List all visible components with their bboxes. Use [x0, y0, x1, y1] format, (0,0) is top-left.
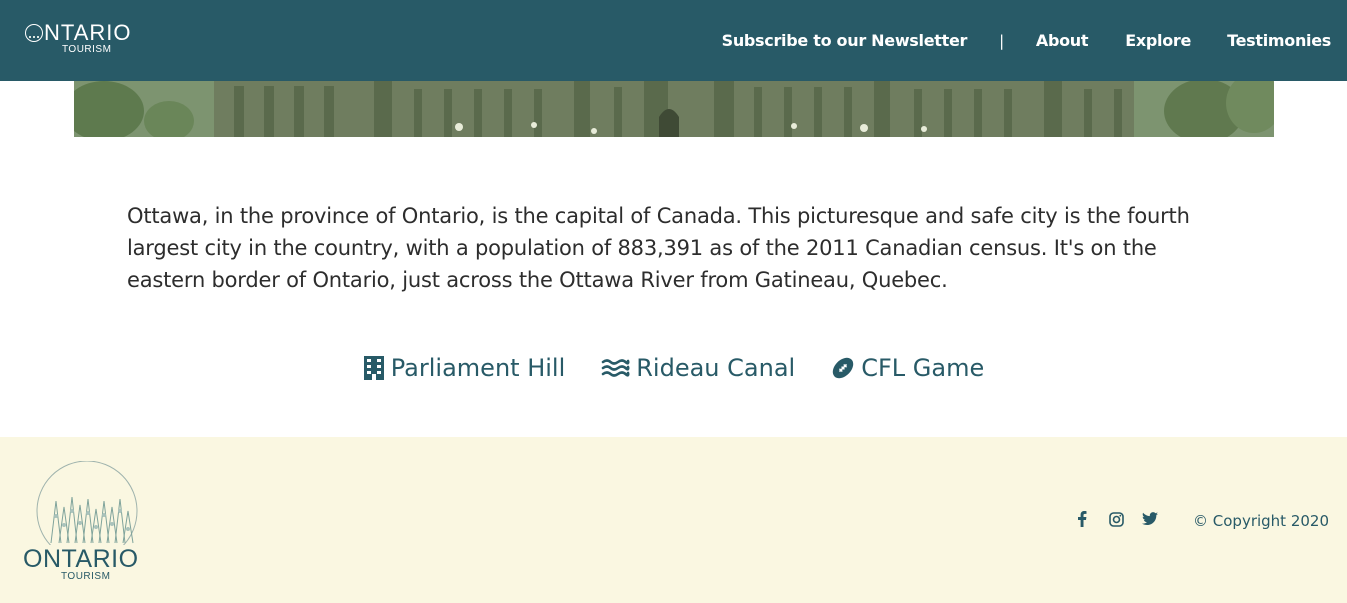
nav-separator: | [999, 31, 1004, 50]
hero-image [74, 81, 1274, 137]
attraction-cfl-game[interactable]: CFL Game [831, 354, 984, 382]
attraction-parliament-hill[interactable]: Parliament Hill [363, 354, 565, 382]
footer-brand-name: ONTARIO [23, 545, 139, 573]
nav-explore-link[interactable]: Explore [1125, 31, 1191, 50]
logo-o-mark-icon [25, 24, 43, 42]
main-nav: Subscribe to our Newsletter | About Expl… [722, 31, 1332, 50]
nav-newsletter-link[interactable]: Subscribe to our Newsletter [722, 31, 968, 50]
facebook-icon[interactable] [1074, 511, 1090, 527]
water-icon [601, 359, 630, 377]
attraction-label: Parliament Hill [390, 354, 566, 382]
site-header: NTARIO TOURISM Subscribe to our Newslett… [0, 0, 1347, 81]
attractions-list: Parliament Hill Rideau Canal CFL Game [0, 354, 1347, 382]
instagram-icon[interactable] [1108, 511, 1124, 527]
attraction-rideau-canal[interactable]: Rideau Canal [601, 354, 795, 382]
footer-logo-emblem-icon [36, 461, 138, 545]
site-footer: ONTARIO TOURISM © Copyright 2020 [0, 437, 1347, 603]
logo-subtitle: TOURISM [62, 44, 112, 55]
intro-paragraph: Ottawa, in the province of Ontario, is t… [127, 204, 1190, 292]
twitter-icon[interactable] [1142, 511, 1158, 527]
building-icon [363, 356, 384, 380]
nav-about-link[interactable]: About [1036, 31, 1089, 50]
nav-testimonies-link[interactable]: Testimonies [1227, 31, 1331, 50]
footer-logo[interactable]: ONTARIO TOURISM [23, 461, 153, 582]
copyright-text: © Copyright 2020 [1193, 512, 1330, 530]
social-links [1074, 511, 1176, 527]
header-logo[interactable]: NTARIO TOURISM [25, 20, 132, 55]
attraction-label: Rideau Canal [636, 354, 796, 382]
football-icon [833, 357, 854, 379]
footer-brand-sub: TOURISM [61, 571, 111, 582]
logo-word-rest: NTARIO [44, 20, 132, 45]
attraction-label: CFL Game [861, 354, 985, 382]
parliament-image [74, 81, 1274, 137]
